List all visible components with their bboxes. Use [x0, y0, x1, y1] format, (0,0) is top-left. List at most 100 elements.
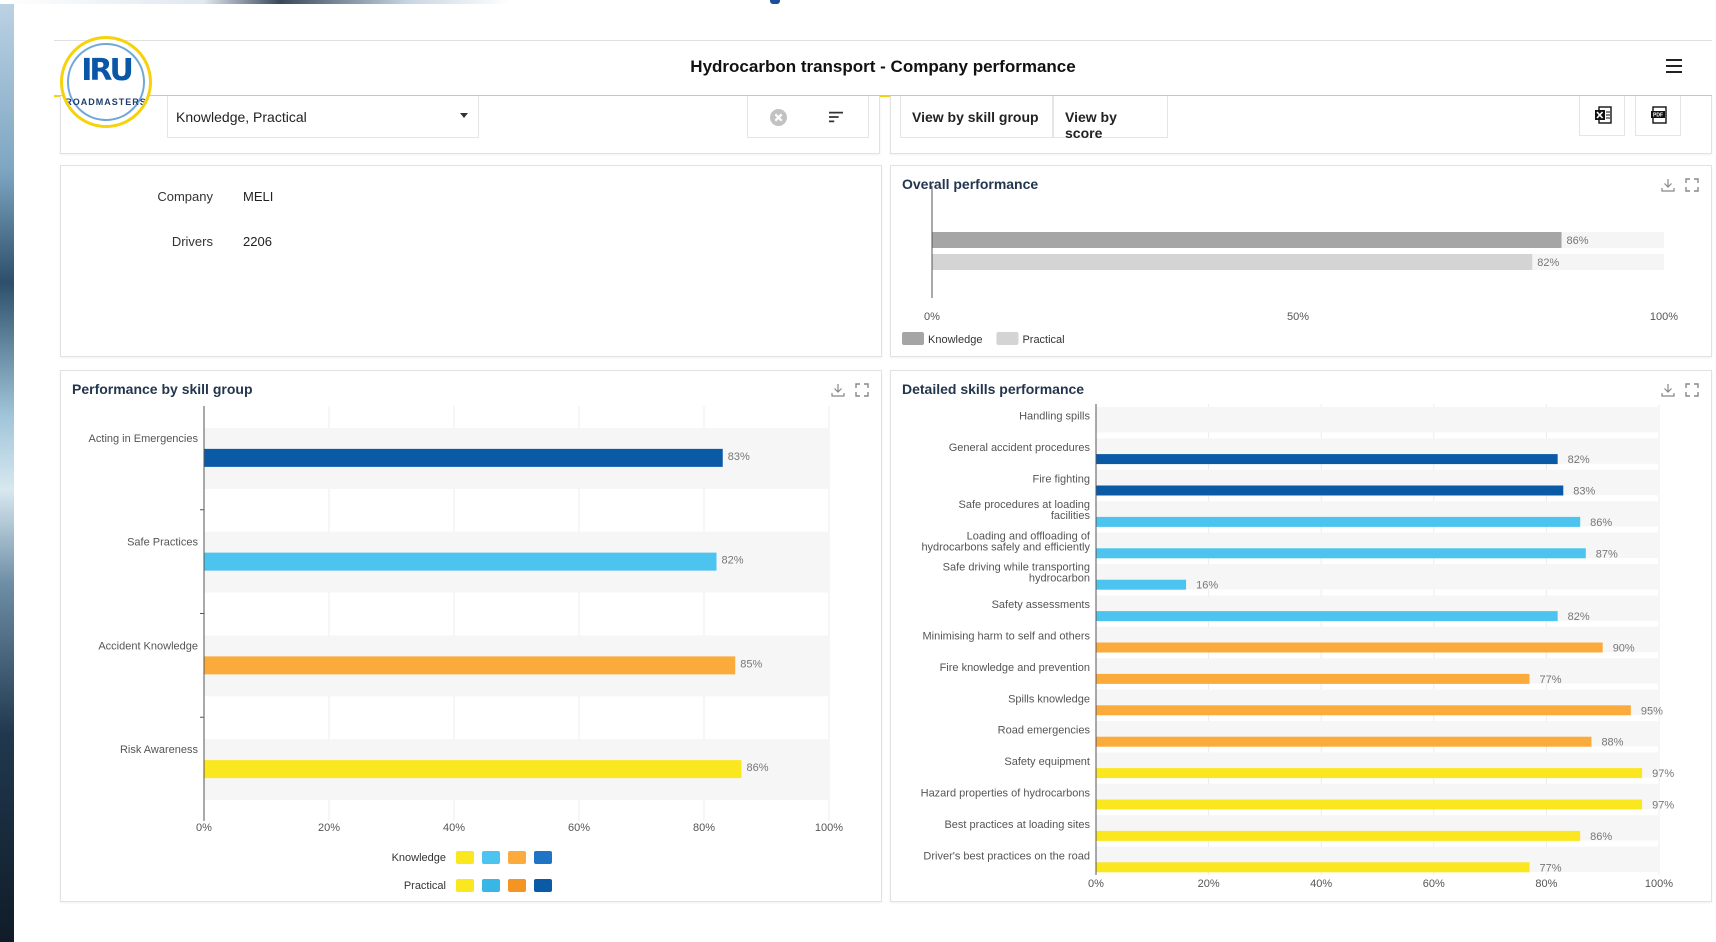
- tick-label: 60%: [1423, 878, 1445, 890]
- skill-group-panel: Performance by skill group 0% 20% 40% 60% 80…: [60, 370, 882, 902]
- tick-label: 40%: [1310, 878, 1332, 890]
- bar-practical: [932, 254, 1533, 270]
- data-label: 86%: [747, 762, 769, 774]
- category-label: Safety assessments: [992, 599, 1091, 611]
- data-label: 82%: [1568, 611, 1590, 623]
- tick-label: 0%: [1088, 878, 1104, 890]
- category-label: Fire knowledge and prevention: [940, 662, 1090, 674]
- tick-label: 80%: [693, 822, 715, 834]
- data-label: 88%: [1601, 737, 1623, 749]
- bar: [1096, 454, 1558, 465]
- data-label: 82%: [1537, 257, 1559, 269]
- view-by-skill-group-button[interactable]: View by skill group: [900, 96, 1053, 138]
- bar: [204, 448, 723, 467]
- legend-swatch: [534, 851, 552, 864]
- legend-swatch: [902, 332, 924, 345]
- legend-swatch: [508, 879, 526, 892]
- view-by-score-button[interactable]: View by score: [1053, 96, 1168, 141]
- tick-label: 50%: [1287, 311, 1309, 323]
- category-label: Hazard properties of hydrocarbons: [921, 788, 1091, 800]
- chevron-down-icon: [460, 113, 468, 118]
- legend-label: Practical: [404, 880, 446, 892]
- category-label: hydrocarbons safely and efficiently: [921, 541, 1090, 553]
- category-label: Accident Knowledge: [98, 640, 198, 652]
- logo-text: IRU: [81, 53, 134, 88]
- data-label: 86%: [1590, 517, 1612, 529]
- filter-panel: Knowledge, Practical: [60, 96, 880, 154]
- legend-swatch: [482, 879, 500, 892]
- category-label: Best practices at loading sites: [944, 819, 1090, 831]
- tick-label: 100%: [1645, 878, 1673, 890]
- tick-label: 20%: [1198, 878, 1220, 890]
- clear-filter-icon[interactable]: [770, 109, 787, 126]
- bar: [1096, 642, 1603, 653]
- tick-label: 80%: [1535, 878, 1557, 890]
- data-label: 97%: [1652, 768, 1674, 780]
- legend-label: Knowledge: [392, 852, 446, 864]
- iru-roadmasters-logo: IRU ROADMASTERS: [60, 36, 152, 128]
- background-top-strip: [0, 0, 510, 4]
- legend-label: Practical: [1022, 334, 1064, 346]
- bar: [204, 552, 717, 571]
- data-label: 97%: [1652, 800, 1674, 812]
- bar-knowledge: [932, 232, 1562, 248]
- category-label: Risk Awareness: [120, 744, 199, 756]
- tick-label: 100%: [1650, 311, 1678, 323]
- export-excel-button[interactable]: [1579, 96, 1625, 136]
- assessment-type-value: Knowledge, Practical: [176, 109, 307, 125]
- category-label: Minimising harm to self and others: [922, 631, 1090, 643]
- background-image-strip: [0, 0, 14, 942]
- bar: [1096, 862, 1530, 873]
- bar: [1096, 768, 1643, 779]
- category-label: Safety equipment: [1004, 756, 1090, 768]
- tick-label: 20%: [318, 822, 340, 834]
- bar: [1096, 611, 1558, 622]
- background-top-mark: [770, 0, 780, 4]
- data-label: 82%: [722, 555, 744, 567]
- excel-icon: [1595, 106, 1612, 124]
- data-label: 83%: [1573, 486, 1595, 498]
- logo-subtext: ROADMASTERS: [65, 97, 147, 107]
- bar: [1096, 736, 1592, 747]
- bar: [1096, 673, 1530, 684]
- data-label: 86%: [1567, 235, 1589, 247]
- tick-label: 0%: [196, 822, 212, 834]
- detailed-skills-chart: 0% 20% 40% 60% 80% 100% Handling spills 82% Gene…: [921, 404, 1674, 890]
- legend-swatch: [534, 879, 552, 892]
- bar: [1096, 830, 1581, 841]
- bar: [1096, 485, 1564, 496]
- data-label: 16%: [1196, 580, 1218, 592]
- bar: [1096, 705, 1631, 716]
- category-label: Fire fighting: [1033, 474, 1090, 486]
- category-label: Spills knowledge: [1008, 693, 1090, 705]
- category-label: hydrocarbon: [1029, 573, 1090, 585]
- data-label: 90%: [1613, 643, 1635, 655]
- company-label: Company: [157, 189, 213, 204]
- bar: [1096, 799, 1643, 810]
- bar: [1096, 579, 1187, 590]
- page-title: Hydrocarbon transport - Company performa…: [690, 57, 1076, 76]
- app-header: Hydrocarbon transport - Company performa…: [54, 40, 1712, 97]
- overall-performance-panel: Overall performance 86% 82% 0% 50% 100% Knowl…: [890, 165, 1712, 357]
- tick-label: 100%: [815, 822, 843, 834]
- sort-icon[interactable]: [828, 110, 844, 124]
- category-label: Driver's best practices on the road: [923, 850, 1090, 862]
- hamburger-menu-icon[interactable]: [1666, 59, 1682, 73]
- skill-group-chart: 0% 20% 40% 60% 80% 100% 83% Acting in Emergenci…: [89, 406, 843, 892]
- pdf-icon: PDF: [1651, 106, 1667, 124]
- export-pdf-button[interactable]: PDF: [1635, 96, 1681, 136]
- svg-text:PDF: PDF: [1653, 113, 1663, 119]
- legend-swatch: [456, 879, 474, 892]
- category-label: Acting in Emergencies: [89, 433, 199, 445]
- tick-label: 60%: [568, 822, 590, 834]
- category-label: Safe Practices: [127, 537, 198, 549]
- data-label: 86%: [1590, 831, 1612, 843]
- legend-swatch: [482, 851, 500, 864]
- overall-performance-chart: 86% 82% 0% 50% 100% Knowledge Practical: [902, 186, 1678, 346]
- bar-track: [1096, 407, 1659, 433]
- bar: [204, 760, 742, 779]
- assessment-type-select[interactable]: Knowledge, Practical: [167, 96, 479, 138]
- category-label: General accident procedures: [949, 442, 1091, 454]
- data-label: 77%: [1540, 862, 1562, 874]
- data-label: 95%: [1641, 705, 1663, 717]
